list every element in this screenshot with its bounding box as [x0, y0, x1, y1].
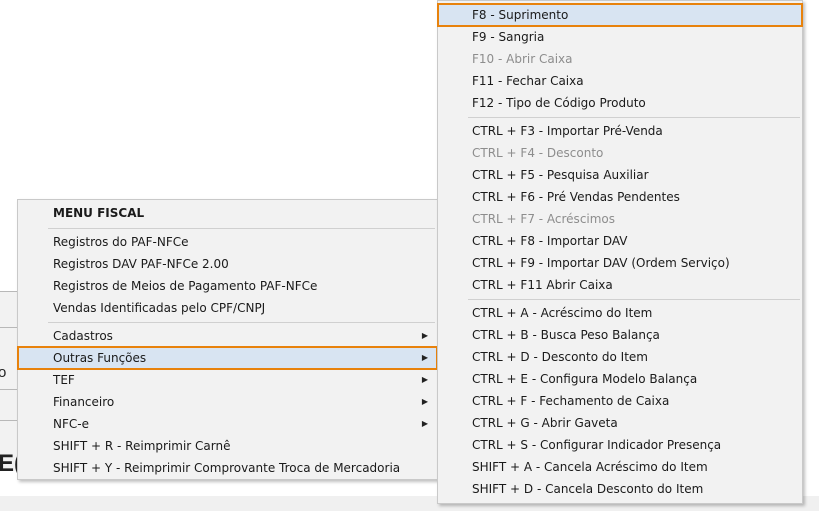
menu-item-abrir-gaveta[interactable]: CTRL + G - Abrir Gaveta [438, 412, 802, 434]
submenu-arrow-icon: ▶ [421, 419, 428, 428]
menu-item-ctrl-abrir-caixa[interactable]: CTRL + F11 Abrir Caixa [438, 274, 802, 296]
menu-item-label: NFC-e [53, 417, 89, 431]
menu-item-cancela-acrescimo[interactable]: SHIFT + A - Cancela Acréscimo do Item [438, 456, 802, 478]
menu-item-tipo-codigo[interactable]: F12 - Tipo de Código Produto [438, 92, 802, 114]
menu-item-label: CTRL + F11 Abrir Caixa [472, 278, 613, 292]
menu-item-desconto: CTRL + F4 - Desconto [438, 142, 802, 164]
menu-item-acrescimos: CTRL + F7 - Acréscimos [438, 208, 802, 230]
menu-item-registros-dav[interactable]: Registros DAV PAF-NFCe 2.00 [18, 253, 437, 275]
menu-item-label: F12 - Tipo de Código Produto [472, 96, 646, 110]
menu-item-label: F9 - Sangria [472, 30, 545, 44]
menu-item-sangria[interactable]: F9 - Sangria [438, 26, 802, 48]
menu-item-label: CTRL + F3 - Importar Pré-Venda [472, 124, 663, 138]
submenu-arrow-icon: ▶ [421, 331, 428, 340]
menu-item-label: SHIFT + A - Cancela Acréscimo do Item [472, 460, 708, 474]
menu-item-financeiro[interactable]: Financeiro ▶ [18, 391, 437, 413]
submenu-arrow-icon: ▶ [421, 375, 428, 384]
submenu-arrow-icon: ▶ [421, 397, 428, 406]
background-text-fragment: o [0, 364, 7, 381]
menu-item-label: CTRL + B - Busca Peso Balança [472, 328, 660, 342]
fiscal-menu: MENU FISCAL Registros do PAF-NFCe Regist… [17, 199, 438, 480]
submenu-arrow-icon: ▶ [421, 353, 428, 362]
menu-item-tef[interactable]: TEF ▶ [18, 369, 437, 391]
menu-item-label: CTRL + D - Desconto do Item [472, 350, 648, 364]
menu-item-label: Cadastros [53, 329, 113, 343]
outras-funcoes-submenu: F8 - Suprimento F9 - Sangria F10 - Abrir… [437, 0, 803, 504]
menu-item-label: Registros DAV PAF-NFCe 2.00 [53, 257, 229, 271]
menu-item-label: Financeiro [53, 395, 115, 409]
menu-item-cancela-desconto[interactable]: SHIFT + D - Cancela Desconto do Item [438, 478, 802, 500]
menu-item-label: CTRL + G - Abrir Gaveta [472, 416, 618, 430]
menu-item-label: CTRL + F7 - Acréscimos [472, 212, 616, 226]
menu-item-label: Registros de Meios de Pagamento PAF-NFCe [53, 279, 318, 293]
menu-item-meios-pagamento[interactable]: Registros de Meios de Pagamento PAF-NFCe [18, 275, 437, 297]
menu-item-label: CTRL + F8 - Importar DAV [472, 234, 628, 248]
menu-item-registros-paf[interactable]: Registros do PAF-NFCe [18, 231, 437, 253]
menu-item-vendas-identificadas[interactable]: Vendas Identificadas pelo CPF/CNPJ [18, 297, 437, 319]
menu-item-label: SHIFT + R - Reimprimir Carnê [53, 439, 231, 453]
menu-item-reimprimir-carne[interactable]: SHIFT + R - Reimprimir Carnê [18, 435, 437, 457]
menu-item-busca-peso[interactable]: CTRL + B - Busca Peso Balança [438, 324, 802, 346]
menu-item-importar-pre-venda[interactable]: CTRL + F3 - Importar Pré-Venda [438, 120, 802, 142]
menu-item-label: Outras Funções [53, 351, 147, 365]
menu-item-label: F10 - Abrir Caixa [472, 52, 573, 66]
menu-item-pre-vendas-pendentes[interactable]: CTRL + F6 - Pré Vendas Pendentes [438, 186, 802, 208]
menu-item-importar-dav[interactable]: CTRL + F8 - Importar DAV [438, 230, 802, 252]
menu-item-label: Vendas Identificadas pelo CPF/CNPJ [53, 301, 266, 315]
menu-item-label: CTRL + F4 - Desconto [472, 146, 604, 160]
menu-item-label: F8 - Suprimento [472, 8, 569, 22]
menu-item-fechar-caixa[interactable]: F11 - Fechar Caixa [438, 70, 802, 92]
menu-item-reimprimir-troca[interactable]: SHIFT + Y - Reimprimir Comprovante Troca… [18, 457, 437, 479]
menu-item-indicador-presenca[interactable]: CTRL + S - Configurar Indicador Presença [438, 434, 802, 456]
menu-item-label: Registros do PAF-NFCe [53, 235, 189, 249]
menu-item-label: SHIFT + Y - Reimprimir Comprovante Troca… [53, 461, 401, 475]
menu-item-pesquisa-auxiliar[interactable]: CTRL + F5 - Pesquisa Auxiliar [438, 164, 802, 186]
menu-item-desconto-item[interactable]: CTRL + D - Desconto do Item [438, 346, 802, 368]
menu-item-label: CTRL + F6 - Pré Vendas Pendentes [472, 190, 680, 204]
menu-item-label: SHIFT + D - Cancela Desconto do Item [472, 482, 704, 496]
menu-item-label: CTRL + E - Configura Modelo Balança [472, 372, 698, 386]
menu-item-label: CTRL + A - Acréscimo do Item [472, 306, 653, 320]
menu-item-label: F11 - Fechar Caixa [472, 74, 584, 88]
menu-item-acrescimo-item[interactable]: CTRL + A - Acréscimo do Item [438, 302, 802, 324]
menu-item-importar-dav-os[interactable]: CTRL + F9 - Importar DAV (Ordem Serviço) [438, 252, 802, 274]
menu-item-suprimento[interactable]: F8 - Suprimento [437, 3, 803, 27]
menu-item-nfce[interactable]: NFC-e ▶ [18, 413, 437, 435]
menu-item-cadastros[interactable]: Cadastros ▶ [18, 325, 437, 347]
menu-item-label: CTRL + F5 - Pesquisa Auxiliar [472, 168, 649, 182]
menu-item-label: CTRL + S - Configurar Indicador Presença [472, 438, 722, 452]
menu-item-outras-funcoes[interactable]: Outras Funções ▶ [17, 346, 438, 370]
menu-item-label: CTRL + F - Fechamento de Caixa [472, 394, 670, 408]
menu-item-modelo-balanca[interactable]: CTRL + E - Configura Modelo Balança [438, 368, 802, 390]
menu-header-fiscal: MENU FISCAL [53, 206, 145, 220]
menu-item-abrir-caixa: F10 - Abrir Caixa [438, 48, 802, 70]
menu-item-fechamento-caixa[interactable]: CTRL + F - Fechamento de Caixa [438, 390, 802, 412]
menu-item-label: TEF [53, 373, 75, 387]
menu-item-label: CTRL + F9 - Importar DAV (Ordem Serviço) [472, 256, 730, 270]
